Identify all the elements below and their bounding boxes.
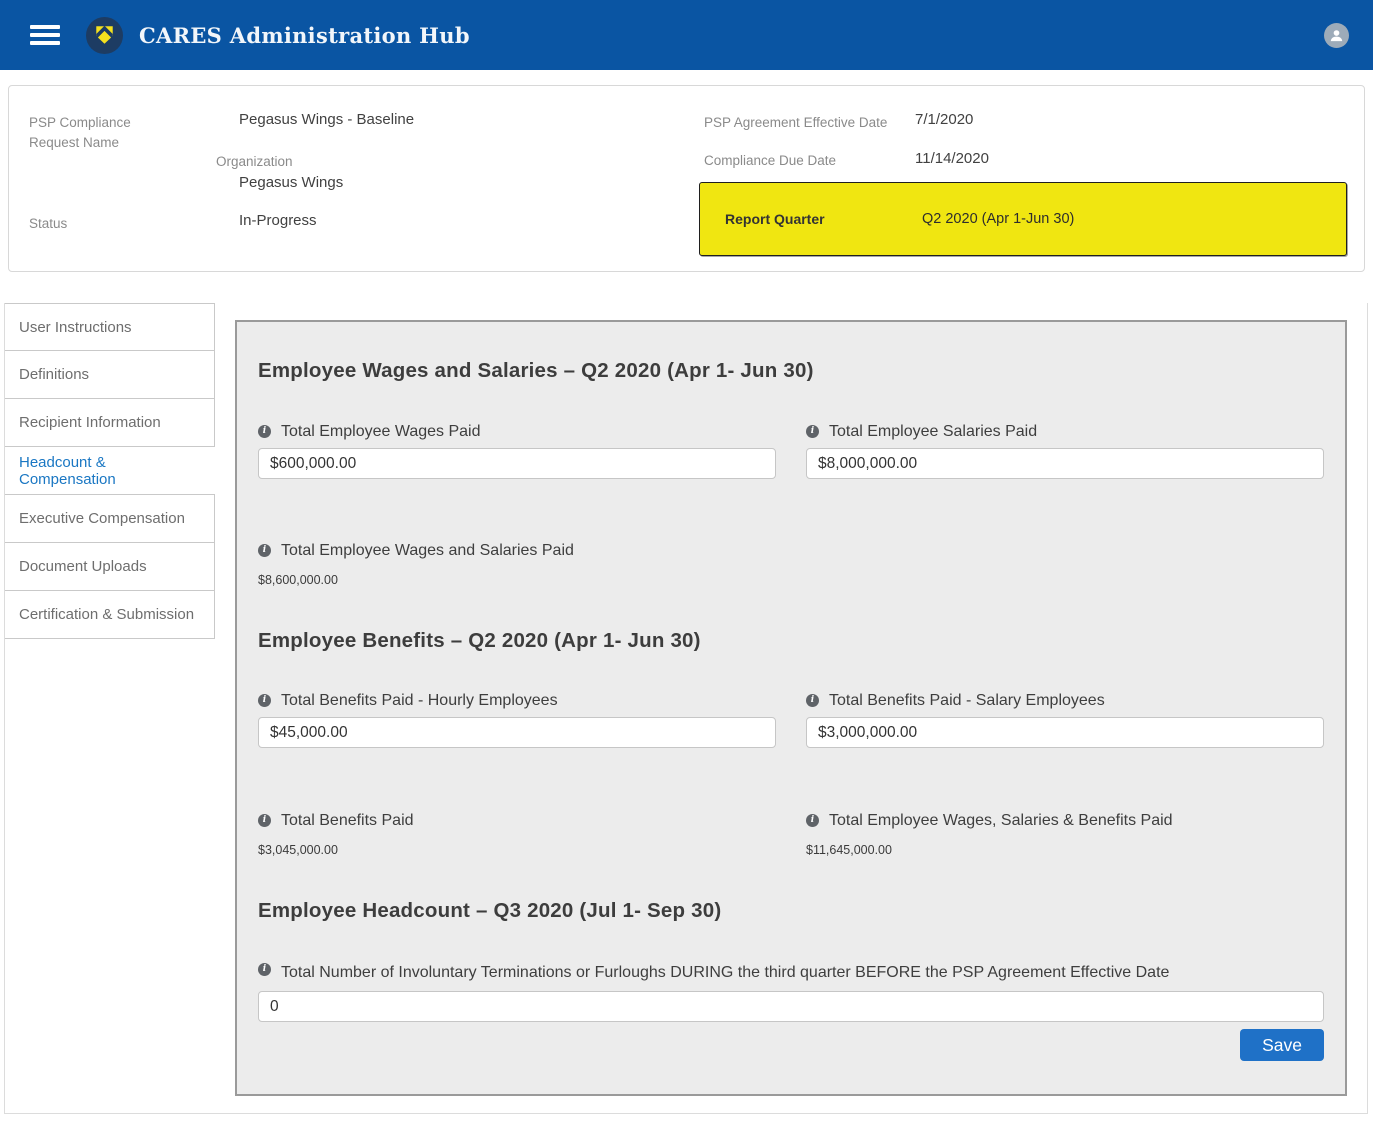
total-benefits-value: $3,045,000.00 xyxy=(258,843,776,858)
salary-benefits-input[interactable] xyxy=(806,717,1324,748)
salary-benefits-label: Total Benefits Paid - Salary Employees xyxy=(829,690,1105,712)
report-quarter-value: Q2 2020 (Apr 1-Jun 30) xyxy=(922,211,1074,227)
app-title: CARES Administration Hub xyxy=(139,23,470,48)
user-avatar-icon[interactable] xyxy=(1324,23,1349,48)
total-benefits-label: Total Benefits Paid xyxy=(281,810,414,832)
organization-value: Pegasus Wings xyxy=(239,173,343,193)
due-date-value: 11/14/2020 xyxy=(915,149,989,169)
info-icon[interactable]: i xyxy=(258,814,271,827)
terminations-label: Total Number of Involuntary Terminations… xyxy=(281,959,1169,986)
wages-salaries-total: i Total Employee Wages and Salaries Paid… xyxy=(258,540,1324,588)
wages-label: Total Employee Wages Paid xyxy=(281,421,481,443)
info-icon[interactable]: i xyxy=(258,425,271,438)
status-value: In-Progress xyxy=(239,211,317,231)
main-content-area: Employee Wages and Salaries – Q2 2020 (A… xyxy=(215,303,1367,1113)
benefits-section-heading: Employee Benefits – Q2 2020 (Apr 1- Jun … xyxy=(258,628,1324,654)
headcount-compensation-panel: Employee Wages and Salaries – Q2 2020 (A… xyxy=(235,320,1347,1096)
info-icon[interactable]: i xyxy=(258,963,271,976)
info-icon[interactable]: i xyxy=(258,544,271,557)
wages-field: i Total Employee Wages Paid xyxy=(258,421,776,479)
content-wrapper: User Instructions Definitions Recipient … xyxy=(4,303,1368,1114)
save-button[interactable]: Save xyxy=(1240,1029,1324,1061)
wages-section-heading: Employee Wages and Salaries – Q2 2020 (A… xyxy=(258,358,1324,384)
grand-total-value: $11,645,000.00 xyxy=(806,843,1324,858)
tab-headcount-compensation[interactable]: Headcount & Compensation xyxy=(5,447,215,495)
tab-certification-submission[interactable]: Certification & Submission xyxy=(5,591,215,639)
wages-salaries-total-label: Total Employee Wages and Salaries Paid xyxy=(281,540,574,562)
wages-input[interactable] xyxy=(258,448,776,479)
info-icon[interactable]: i xyxy=(258,694,271,707)
tab-document-uploads[interactable]: Document Uploads xyxy=(5,543,215,591)
due-date-label: Compliance Due Date xyxy=(704,151,836,171)
info-icon[interactable]: i xyxy=(806,694,819,707)
headcount-section-heading: Employee Headcount – Q3 2020 (Jul 1- Sep… xyxy=(258,898,1324,924)
salary-benefits-field: i Total Benefits Paid - Salary Employees xyxy=(806,690,1324,748)
psp-request-name-value: Pegasus Wings - Baseline xyxy=(239,110,414,130)
status-label: Status xyxy=(29,214,67,234)
report-quarter-label: Report Quarter xyxy=(725,211,922,227)
effective-date-value: 7/1/2020 xyxy=(915,110,973,130)
report-quarter-highlight: Report Quarter Q2 2020 (Apr 1-Jun 30) xyxy=(699,182,1347,256)
info-icon[interactable]: i xyxy=(806,814,819,827)
salaries-label: Total Employee Salaries Paid xyxy=(829,421,1037,443)
total-benefits: i Total Benefits Paid $3,045,000.00 xyxy=(258,810,776,858)
terminations-field: i Total Number of Involuntary Terminatio… xyxy=(258,959,1324,1022)
terminations-input[interactable] xyxy=(258,991,1324,1022)
tab-recipient-information[interactable]: Recipient Information xyxy=(5,399,215,447)
tab-executive-compensation[interactable]: Executive Compensation xyxy=(5,495,215,543)
grand-total: i Total Employee Wages, Salaries & Benef… xyxy=(806,810,1324,858)
salaries-field: i Total Employee Salaries Paid xyxy=(806,421,1324,479)
organization-label: Organization xyxy=(216,152,293,172)
salaries-input[interactable] xyxy=(806,448,1324,479)
info-icon[interactable]: i xyxy=(806,425,819,438)
wages-salaries-total-value: $8,600,000.00 xyxy=(258,573,1324,588)
compliance-summary-card: PSP Compliance Request Name Pegasus Wing… xyxy=(8,85,1365,272)
hourly-benefits-label: Total Benefits Paid - Hourly Employees xyxy=(281,690,558,712)
tab-definitions[interactable]: Definitions xyxy=(5,351,215,399)
hourly-benefits-field: i Total Benefits Paid - Hourly Employees xyxy=(258,690,776,748)
psp-request-name-label: PSP Compliance Request Name xyxy=(29,113,184,153)
hourly-benefits-input[interactable] xyxy=(258,717,776,748)
tab-user-instructions[interactable]: User Instructions xyxy=(5,303,215,351)
app-logo-icon xyxy=(86,17,123,54)
effective-date-label: PSP Agreement Effective Date xyxy=(704,113,887,133)
grand-total-label: Total Employee Wages, Salaries & Benefit… xyxy=(829,810,1173,832)
section-tabs: User Instructions Definitions Recipient … xyxy=(5,303,215,639)
app-header: CARES Administration Hub xyxy=(0,0,1373,70)
hamburger-menu-icon[interactable] xyxy=(30,21,60,49)
